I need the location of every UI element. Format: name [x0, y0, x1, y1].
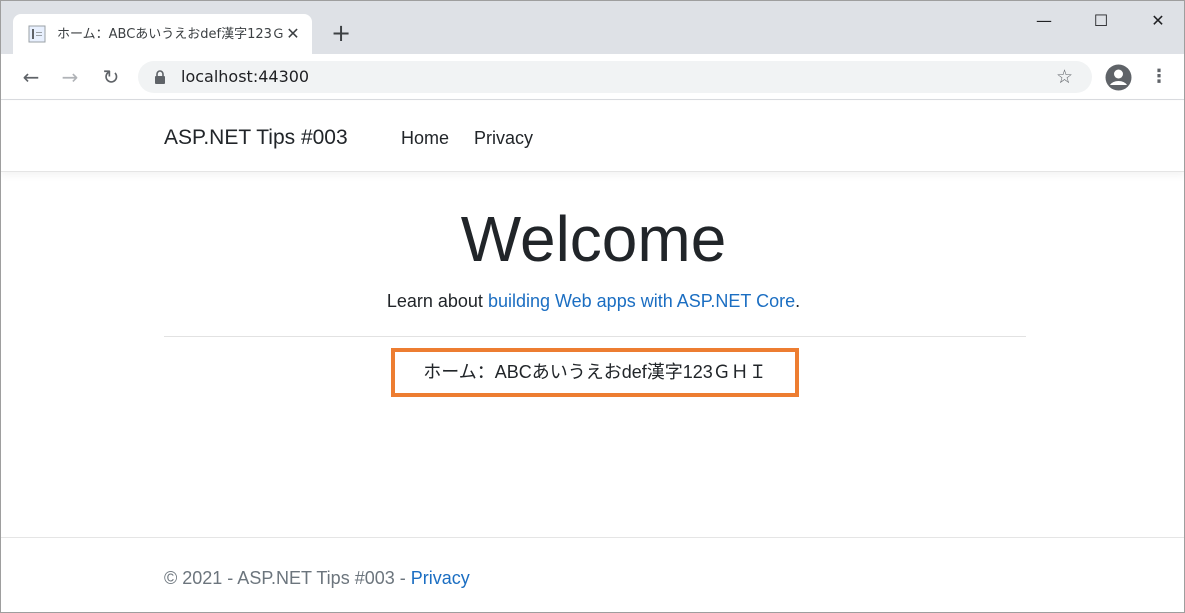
close-tab-icon[interactable]: ✕ — [284, 25, 302, 43]
url-text[interactable]: localhost:44300 — [181, 67, 309, 87]
forward-icon[interactable]: → — [57, 64, 83, 90]
reload-icon[interactable]: ↻ — [98, 64, 124, 90]
maximize-button[interactable]: ☐ — [1078, 7, 1124, 35]
lock-icon[interactable] — [152, 69, 168, 85]
address-bar[interactable]: localhost:44300 ☆ — [138, 61, 1092, 93]
close-window-button[interactable]: ✕ — [1135, 7, 1181, 35]
back-icon[interactable]: ← — [18, 64, 44, 90]
page-title: Welcome — [460, 203, 727, 275]
new-tab-button[interactable]: + — [327, 21, 355, 47]
nav-privacy-link[interactable]: Privacy — [474, 126, 533, 150]
learn-about-text: Learn about building Web apps with ASP.N… — [1, 289, 1184, 313]
site-navbar: ASP.NET Tips #003 Home Privacy — [1, 101, 1184, 172]
web-page: ASP.NET Tips #003 Home Privacy Welcome L… — [1, 101, 1184, 612]
copyright-text: © 2021 - ASP.NET Tips #003 - — [164, 568, 411, 588]
site-footer: © 2021 - ASP.NET Tips #003 - Privacy — [1, 537, 1184, 612]
menu-dots-icon[interactable]: ⋮ — [1149, 66, 1169, 88]
site-brand[interactable]: ASP.NET Tips #003 — [164, 124, 348, 152]
browser-tab[interactable]: ホーム：ABCあいうえおdef漢字123ＧＨＩ - ASP.NET Tips #… — [13, 14, 312, 54]
learn-prefix: Learn about — [386, 291, 488, 311]
divider — [164, 336, 1026, 337]
profile-avatar-icon[interactable] — [1105, 64, 1132, 91]
bookmark-star-icon[interactable]: ☆ — [1056, 66, 1073, 88]
tab-strip: ホーム：ABCあいうえおdef漢字123ＧＨＩ - ASP.NET Tips #… — [1, 1, 1184, 54]
minimize-button[interactable]: — — [1021, 7, 1067, 35]
browser-toolbar: ← → ↻ localhost:44300 ☆ ⋮ — [1, 54, 1184, 100]
footer-privacy-link[interactable]: Privacy — [411, 568, 470, 588]
highlighted-text: ホーム：ABCあいうえおdef漢字123ＧＨＩ — [423, 362, 767, 382]
page-icon — [28, 25, 46, 43]
aspnet-docs-link[interactable]: building Web apps with ASP.NET Core — [488, 291, 795, 311]
tab-title: ホーム：ABCあいうえおdef漢字123ＧＨＩ - ASP.NET Tips #… — [57, 27, 283, 42]
browser-window: ホーム：ABCあいうえおdef漢字123ＧＨＩ - ASP.NET Tips #… — [0, 0, 1185, 613]
learn-suffix: . — [795, 291, 801, 311]
footer-text: © 2021 - ASP.NET Tips #003 - Privacy — [164, 566, 470, 590]
nav-home-link[interactable]: Home — [401, 126, 449, 150]
highlight-box: ホーム：ABCあいうえおdef漢字123ＧＨＩ — [391, 348, 799, 397]
